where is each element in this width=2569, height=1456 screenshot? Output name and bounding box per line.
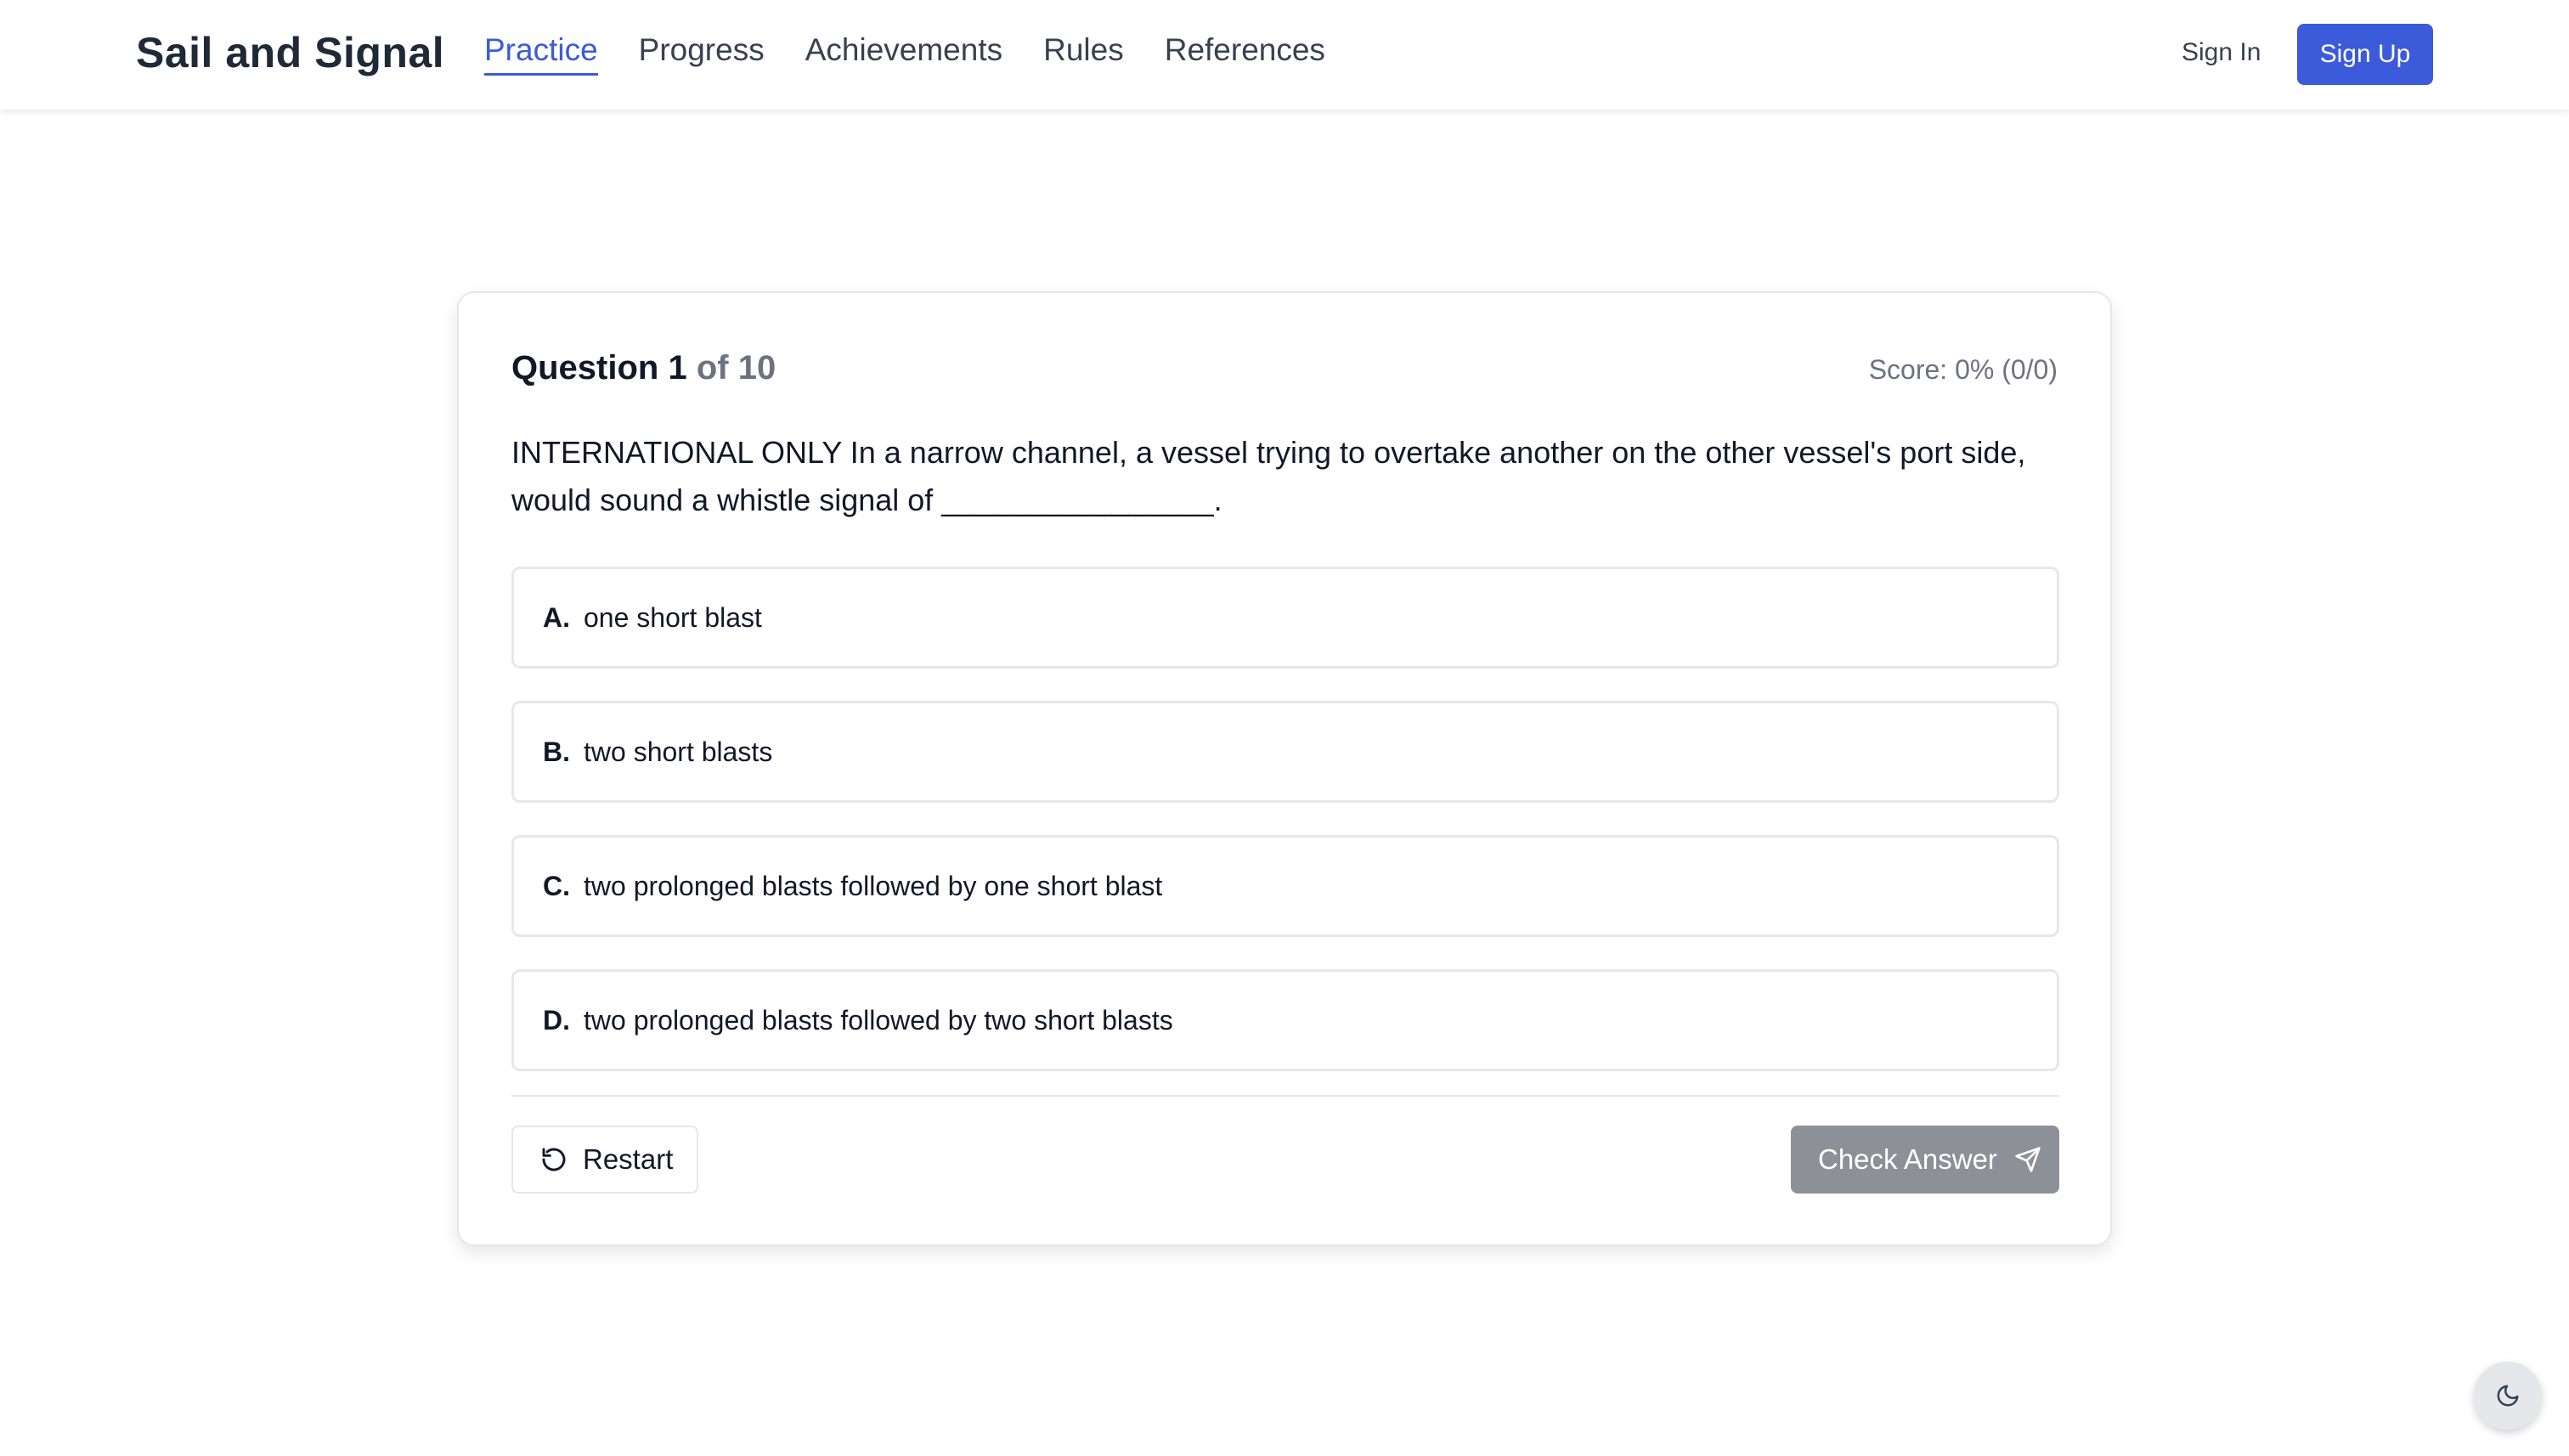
rotate-ccw-icon (542, 1148, 566, 1171)
question-total: of 10 (696, 349, 776, 387)
answer-option-a[interactable]: A. one short blast (511, 567, 2059, 669)
nav-practice[interactable]: Practice (484, 32, 598, 76)
nav-rules[interactable]: Rules (1043, 32, 1124, 76)
top-navbar: Sail and Signal Practice Progress Achiev… (0, 0, 2569, 110)
brand-title[interactable]: Sail and Signal (136, 28, 444, 77)
card-divider (511, 1095, 2059, 1097)
option-letter: C. (543, 870, 570, 901)
restart-button[interactable]: Restart (511, 1126, 698, 1194)
sign-in-link[interactable]: Sign In (2182, 38, 2261, 67)
moon-icon (2497, 1385, 2519, 1407)
option-text: one short blast (584, 601, 762, 633)
sign-up-button[interactable]: Sign Up (2297, 24, 2433, 85)
theme-toggle-button[interactable] (2474, 1362, 2542, 1430)
answer-option-b[interactable]: B. two short blasts (511, 701, 2059, 803)
answer-option-c[interactable]: C. two prolonged blasts followed by one … (511, 835, 2059, 937)
answer-option-d[interactable]: D. two prolonged blasts followed by two … (511, 969, 2059, 1071)
check-answer-button[interactable]: Check Answer (1791, 1126, 2059, 1194)
nav-achievements[interactable]: Achievements (805, 32, 1002, 76)
option-letter: D. (543, 1004, 570, 1036)
score-display: Score: 0% (0/0) (1868, 354, 2058, 385)
option-letter: B. (543, 736, 570, 767)
send-icon (2015, 1147, 2041, 1172)
restart-label: Restart (583, 1143, 674, 1175)
option-letter: A. (543, 601, 570, 633)
quiz-card: Question 1 of 10 Score: 0% (0/0) INTERNA… (457, 291, 2112, 1246)
main-nav: Practice Progress Achievements Rules Ref… (484, 32, 1325, 76)
question-number: Question 1 (511, 349, 687, 387)
option-text: two prolonged blasts followed by two sho… (584, 1004, 1173, 1036)
nav-progress[interactable]: Progress (639, 32, 765, 76)
nav-references[interactable]: References (1165, 32, 1325, 76)
check-answer-label: Check Answer (1818, 1143, 1997, 1175)
option-text: two prolonged blasts followed by one sho… (584, 870, 1163, 901)
option-text: two short blasts (584, 736, 773, 767)
question-heading: Question 1 of 10 (511, 349, 776, 387)
question-text: INTERNATIONAL ONLY In a narrow channel, … (511, 435, 2026, 517)
